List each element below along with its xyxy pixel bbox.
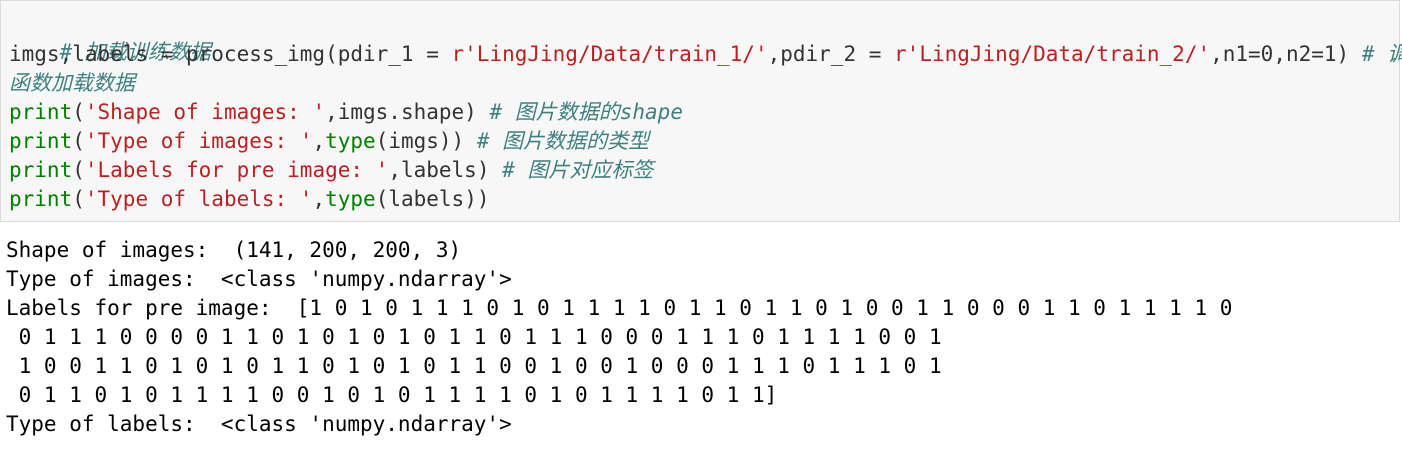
string-literal: 'Shape of images: ' bbox=[84, 100, 326, 124]
output-line: Type of labels: <class 'numpy.ndarray'> bbox=[6, 412, 512, 436]
code-line-6: print('Labels for pre image: ',labels) #… bbox=[9, 156, 653, 184]
output-line: Labels for pre image: [1 0 1 0 1 1 1 0 1… bbox=[6, 296, 1233, 320]
code-line-5: print('Type of images: ',type(imgs)) # 图… bbox=[9, 127, 649, 155]
string-literal: r'LingJing/Data/train_1/' bbox=[451, 42, 768, 66]
comment: # 调用 bbox=[1361, 42, 1402, 66]
code-line-3: 函数加载数据 bbox=[9, 69, 135, 97]
string-literal: 'Labels for pre image: ' bbox=[84, 158, 389, 182]
code-text: , bbox=[312, 187, 326, 211]
string-literal: 'Type of images: ' bbox=[84, 129, 313, 153]
builtin-print: print bbox=[9, 187, 73, 211]
builtin-print: print bbox=[9, 100, 73, 124]
builtin-type: type bbox=[325, 129, 376, 153]
string-literal: r'LingJing/Data/train_2/' bbox=[894, 42, 1211, 66]
string-literal: 'Type of labels: ' bbox=[84, 187, 313, 211]
code-text: ( bbox=[72, 187, 85, 211]
builtin-print: print bbox=[9, 158, 73, 182]
code-text: ,n1=0,n2=1) bbox=[1210, 42, 1362, 66]
output-line: 1 0 0 1 1 0 1 0 1 0 1 1 0 1 0 1 0 1 1 0 … bbox=[6, 354, 942, 378]
code-line-7: print('Type of labels: ',type(labels)) bbox=[9, 185, 489, 213]
output-line: Shape of images: (141, 200, 200, 3) bbox=[6, 238, 462, 262]
code-line-2: imgs,labels = process_img(pdir_1 = r'Lin… bbox=[9, 40, 1402, 68]
comment: # 图片对应标签 bbox=[502, 158, 654, 182]
builtin-print: print bbox=[9, 129, 73, 153]
output-area: Shape of images: (141, 200, 200, 3) Type… bbox=[0, 224, 1402, 450]
code-line-1: # 加载训练数据 bbox=[9, 10, 211, 64]
output-line: Type of images: <class 'numpy.ndarray'> bbox=[6, 267, 512, 291]
code-text: (imgs)) bbox=[375, 129, 477, 153]
code-text: ,imgs.shape) bbox=[325, 100, 490, 124]
comment: 函数加载数据 bbox=[9, 71, 135, 95]
code-text: ( bbox=[72, 100, 85, 124]
code-text: ,labels) bbox=[388, 158, 503, 182]
code-line-4: print('Shape of images: ',imgs.shape) # … bbox=[9, 98, 683, 126]
comment: # 图片数据的类型 bbox=[476, 129, 650, 153]
code-text: ( bbox=[72, 158, 85, 182]
code-text: ( bbox=[72, 129, 85, 153]
code-cell[interactable]: # 加载训练数据 imgs,labels = process_img(pdir_… bbox=[0, 0, 1402, 222]
output-line: 0 1 1 1 0 0 0 0 1 1 0 1 0 1 0 1 0 1 1 0 … bbox=[6, 325, 942, 349]
comment: # 图片数据的shape bbox=[489, 100, 683, 124]
output-line: 0 1 1 0 1 0 1 1 1 1 0 0 1 0 1 0 1 1 1 1 … bbox=[6, 383, 778, 407]
code-text: imgs,labels = process_img(pdir_1 = bbox=[9, 42, 452, 66]
code-text: (labels)) bbox=[375, 187, 490, 211]
builtin-type: type bbox=[325, 187, 376, 211]
code-text: , bbox=[312, 129, 326, 153]
code-text: ,pdir_2 = bbox=[767, 42, 895, 66]
